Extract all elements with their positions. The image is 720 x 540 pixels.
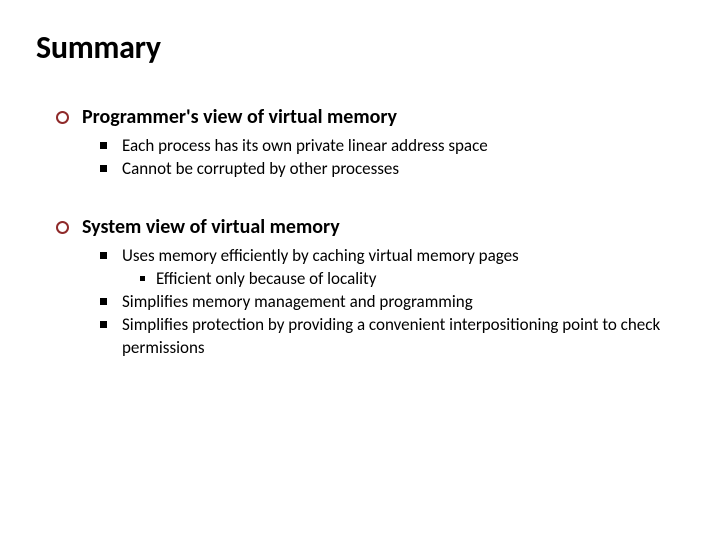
inner-bullet: Simplifies memory management and program… [100, 291, 684, 314]
inner-bullet: Simplifies protection by providing a con… [100, 314, 684, 360]
inner-bullet-text: Uses memory efficiently by caching virtu… [122, 245, 519, 266]
slide-title: Summary [36, 28, 684, 67]
inner-bullet: Cannot be corrupted by other processes [100, 158, 684, 181]
inner-bullet: Each process has its own private linear … [100, 135, 684, 158]
inner-bullet: Uses memory efficiently by caching virtu… [100, 245, 684, 291]
inner-list: Each process has its own private linear … [82, 135, 684, 181]
bullet-list: Programmer's view of virtual memory Each… [36, 105, 684, 360]
outer-bullet: Programmer's view of virtual memory Each… [56, 105, 684, 181]
outer-bullet-label: System view of virtual memory [82, 215, 684, 239]
third-list: Efficient only because of locality [122, 268, 684, 291]
inner-list: Uses memory efficiently by caching virtu… [82, 245, 684, 360]
third-bullet: Efficient only because of locality [140, 268, 684, 291]
outer-bullet: System view of virtual memory Uses memor… [56, 215, 684, 360]
outer-bullet-label: Programmer's view of virtual memory [82, 105, 684, 129]
